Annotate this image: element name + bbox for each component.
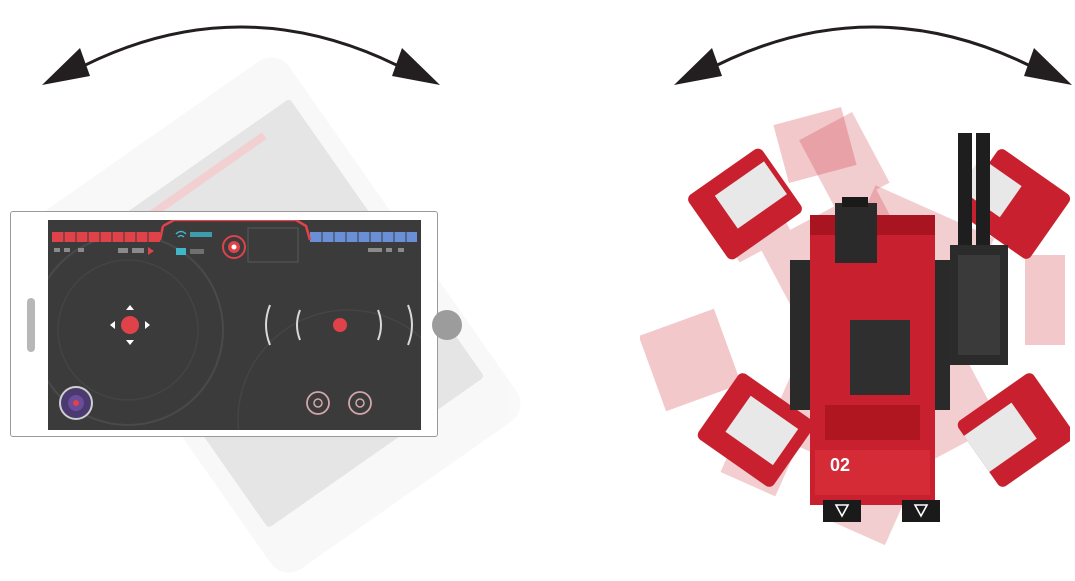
wifi-icon	[175, 230, 187, 238]
aim-dot	[333, 318, 347, 332]
chassis-marking: 02	[830, 455, 850, 475]
player-health-bar	[52, 232, 160, 242]
phone-home-button	[432, 310, 462, 340]
special-skill-button	[59, 386, 93, 420]
controller-hud	[48, 220, 421, 430]
target-icon	[222, 235, 246, 259]
phone-speaker	[27, 298, 35, 352]
action-button-2	[348, 391, 372, 415]
action-button-1	[306, 391, 330, 415]
rotate-arrow-right-icon	[674, 25, 1072, 85]
controller-screen	[48, 220, 421, 430]
robot-rotation-illustration: 02	[640, 106, 1070, 546]
bumper-right	[902, 500, 940, 522]
bumper-left	[823, 500, 861, 522]
robot-head	[835, 203, 877, 263]
opponent-health-bar	[310, 232, 417, 242]
dpad-joystick	[110, 305, 150, 345]
